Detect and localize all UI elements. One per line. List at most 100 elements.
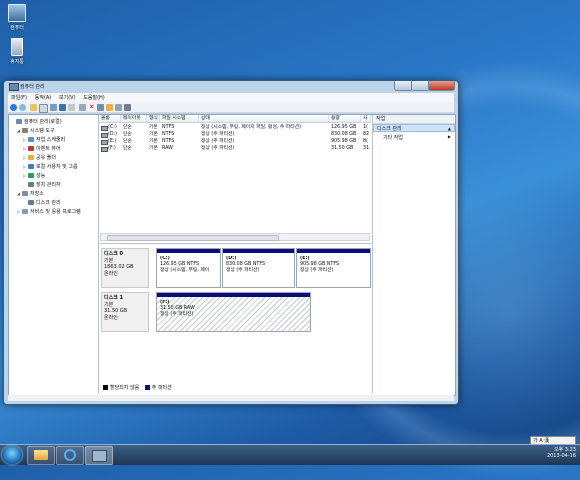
column-header[interactable]: 형식 bbox=[147, 115, 160, 123]
tree-item[interactable]: ◢ 저장소 bbox=[17, 190, 44, 197]
tree-item[interactable]: ▷ 이벤트 뷰어 bbox=[23, 145, 61, 152]
tree-item[interactable]: 장치 관리자 bbox=[23, 181, 61, 188]
column-header[interactable]: 용량 bbox=[329, 115, 361, 123]
column-header[interactable]: 상태 bbox=[199, 115, 329, 123]
device-manager-icon bbox=[28, 182, 34, 187]
actions-selected-label: 디스크 관리 bbox=[377, 126, 402, 132]
table-cell: (F:) bbox=[108, 146, 116, 151]
horizontal-scrollbar[interactable] bbox=[100, 233, 370, 241]
tree-item[interactable]: ▷ 작업 스케줄러 bbox=[23, 136, 65, 143]
tree-item-label: 디스크 관리 bbox=[36, 200, 61, 206]
disk-label[interactable]: 디스크 1 기본 31.50 GB 온라인 bbox=[101, 292, 149, 332]
back-icon[interactable] bbox=[10, 104, 17, 111]
open-folder-icon[interactable] bbox=[106, 104, 113, 111]
taskbar-computer-management[interactable] bbox=[85, 446, 113, 465]
delete-icon[interactable]: ✕ bbox=[88, 104, 95, 111]
disk-management-icon bbox=[28, 200, 34, 205]
taskbar-internet-explorer[interactable] bbox=[56, 446, 84, 465]
table-cell: (E:) bbox=[108, 139, 117, 144]
partition-e[interactable]: (E:) 905.98 GB NTFS 정상 (주 파티션) bbox=[296, 248, 371, 288]
disk-label[interactable]: 디스크 0 기본 1863.02 GB 온라인 bbox=[101, 248, 149, 288]
table-cell: 126.95 GB bbox=[331, 125, 357, 130]
disk-icon[interactable] bbox=[115, 104, 122, 111]
internet-explorer-icon bbox=[64, 449, 76, 461]
table-cell: 기본 bbox=[149, 139, 158, 144]
refresh-icon[interactable] bbox=[79, 104, 86, 111]
partition-d[interactable]: (D:) 830.08 GB NTFS 정상 (주 파티션) bbox=[222, 248, 295, 288]
tree-item[interactable]: 컴퓨터 관리(로컬) bbox=[11, 118, 62, 125]
primary-partition-bar bbox=[157, 293, 310, 297]
table-row[interactable]: (E:) 단순 기본 NTFS 정상 (주 파티션) 905.98 GB 8( bbox=[99, 138, 371, 145]
save-icon[interactable] bbox=[97, 104, 104, 111]
disk-status: 온라인 bbox=[104, 314, 118, 321]
title-bar[interactable]: 컴퓨터 관리 bbox=[4, 81, 458, 91]
primary-partition-bar bbox=[157, 249, 220, 253]
column-header[interactable]: 파일 시스템 bbox=[160, 115, 199, 123]
close-button[interactable] bbox=[428, 81, 455, 91]
start-button[interactable] bbox=[2, 446, 22, 464]
table-cell: (C:) bbox=[108, 125, 117, 130]
tools-icon bbox=[22, 128, 28, 133]
menu-view[interactable]: 보기(V) bbox=[56, 93, 79, 102]
table-row[interactable]: (C:) 단순 기본 NTFS 정상 (시스템, 부팅, 페이지 파일, 활성, 주 파… bbox=[99, 124, 371, 131]
table-cell: 단순 bbox=[123, 139, 132, 144]
partition-c[interactable]: (C:) 126.95 GB NTFS 정상 (시스템, 부팅, 페이 bbox=[156, 248, 221, 288]
computer-management-icon bbox=[91, 450, 107, 462]
table-cell: 31.50 GB bbox=[331, 146, 354, 151]
status-bar bbox=[8, 395, 454, 401]
table-cell: 830.08 GB bbox=[331, 132, 357, 137]
table-row[interactable]: (F:) 단순 기본 RAW 정상 (주 파티션) 31.50 GB 31 bbox=[99, 145, 371, 152]
table-cell: 정상 (주 파티션) bbox=[201, 139, 235, 144]
tree-item[interactable]: ◢ 시스템 도구 bbox=[17, 127, 55, 134]
task-scheduler-icon bbox=[28, 137, 34, 142]
actions-more-actions[interactable]: 기타 작업 bbox=[383, 134, 403, 141]
tree-item[interactable]: ▷ 서비스 및 응용 프로그램 bbox=[17, 208, 81, 215]
more-actions-label: 기타 작업 bbox=[383, 135, 403, 141]
tree-item-label: 이벤트 뷰어 bbox=[36, 146, 61, 152]
forward-icon[interactable] bbox=[19, 104, 26, 111]
legend-unallocated: 할당되지 않음 bbox=[110, 385, 140, 391]
collapse-icon[interactable]: ▲ bbox=[448, 125, 451, 133]
up-folder-icon[interactable] bbox=[30, 104, 37, 111]
folder-icon bbox=[34, 450, 48, 460]
shared-folders-icon bbox=[28, 155, 34, 160]
menu-help[interactable]: 도움말(H) bbox=[80, 93, 107, 102]
event-viewer-icon bbox=[28, 146, 34, 151]
details-view-icon[interactable] bbox=[68, 104, 75, 111]
partition-f[interactable]: (F:) 31.50 GB RAW 정상 (주 파티션) bbox=[156, 292, 311, 332]
desktop-icon-computer[interactable]: 컴퓨터 bbox=[3, 4, 31, 31]
menu-file[interactable]: 파일(F) bbox=[8, 93, 30, 102]
properties-icon[interactable] bbox=[50, 104, 57, 111]
help-icon[interactable] bbox=[59, 104, 66, 111]
performance-icon bbox=[28, 173, 34, 178]
disk-row: 디스크 0 기본 1863.02 GB 온라인 (C:) 126.95 GB N… bbox=[101, 248, 371, 288]
taskbar-explorer[interactable] bbox=[27, 446, 55, 465]
scrollbar-thumb[interactable] bbox=[107, 235, 279, 241]
table-row[interactable]: (D:) 단순 기본 NTFS 정상 (주 파티션) 830.08 GB 82 bbox=[99, 131, 371, 138]
actions-selected-disk-management[interactable]: 디스크 관리 ▲ bbox=[373, 124, 455, 132]
computer-icon bbox=[8, 4, 26, 22]
partition-text: (E:) 905.98 GB NTFS 정상 (주 파티션) bbox=[300, 256, 368, 274]
tree-item-label: 공유 폴더 bbox=[36, 155, 56, 161]
tree-item-label: 서비스 및 응용 프로그램 bbox=[30, 209, 81, 215]
column-header[interactable]: 볼륨 bbox=[99, 115, 121, 123]
column-header[interactable]: 레이아웃 bbox=[121, 115, 147, 123]
computer-management-icon bbox=[16, 119, 22, 124]
table-cell: 8( bbox=[363, 139, 368, 144]
tree-item[interactable]: ▷ 공유 폴더 bbox=[23, 154, 56, 161]
settings-icon[interactable] bbox=[124, 104, 131, 111]
table-cell: NTFS bbox=[162, 139, 175, 144]
tree-item[interactable]: ▷ 로컬 사용자 및 그룹 bbox=[23, 163, 78, 170]
tree-item[interactable]: ▷ 성능 bbox=[23, 172, 45, 179]
navigation-tree: 컴퓨터 관리(로컬) ◢ 시스템 도구 ▷ 작업 스케줄러 ▷ 이벤트 뷰어 ▷ 공유 폴더 ▷ 로… bbox=[9, 115, 99, 393]
menu-action[interactable]: 동작(A) bbox=[32, 93, 55, 102]
desktop-icon-label: 컴퓨터 bbox=[10, 25, 24, 31]
unallocated-swatch bbox=[103, 385, 108, 390]
computer-management-icon bbox=[9, 83, 19, 91]
desktop-icon-label: 휴지통 bbox=[10, 59, 24, 65]
clock-date[interactable]: 2013-04-16 bbox=[547, 453, 576, 459]
tree-item[interactable]: 디스크 관리 bbox=[23, 199, 61, 206]
desktop-icon-recycle-bin[interactable]: 휴지통 bbox=[3, 38, 31, 65]
show-hide-tree-icon[interactable] bbox=[39, 104, 48, 113]
column-header[interactable]: 사 bbox=[361, 115, 371, 123]
